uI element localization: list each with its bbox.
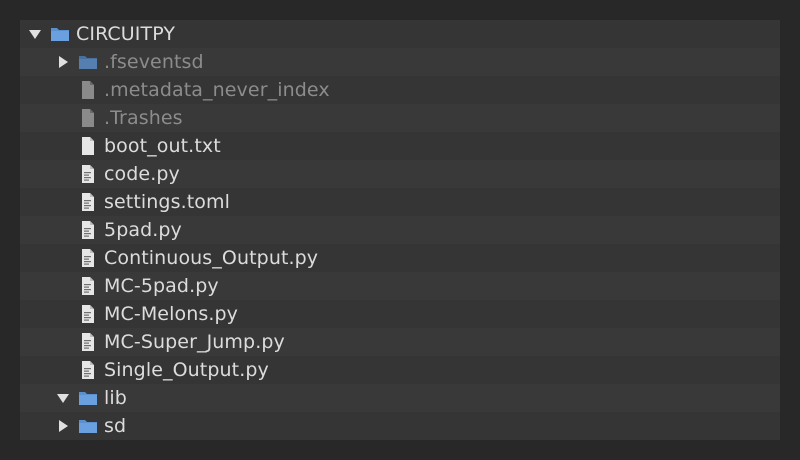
tree-item-label: boot_out.txt (104, 135, 221, 157)
tree-item-label: .fseventsd (104, 51, 204, 73)
collapse-arrow-icon[interactable] (56, 55, 70, 69)
folder-icon (78, 416, 98, 436)
expand-arrow-icon[interactable] (28, 27, 42, 41)
tree-item-label: .Trashes (104, 107, 183, 129)
code-file-icon (78, 276, 98, 296)
expand-arrow-icon[interactable] (56, 391, 70, 405)
tree-item-label: sd (104, 415, 127, 437)
tree-item-label: settings.toml (104, 191, 230, 213)
tree-row[interactable]: lib (20, 384, 780, 412)
code-file-icon (78, 248, 98, 268)
code-file-icon (78, 332, 98, 352)
code-file-icon (78, 192, 98, 212)
tree-row[interactable]: Continuous_Output.py (20, 244, 780, 272)
file-tree-panel: CIRCUITPY .fseventsd .metadata_never_inde… (20, 20, 780, 440)
folder-icon (50, 24, 70, 44)
tree-row[interactable]: MC-Super_Jump.py (20, 328, 780, 356)
tree-row[interactable]: 5pad.py (20, 216, 780, 244)
folder-icon (78, 388, 98, 408)
tree-row[interactable]: .Trashes (20, 104, 780, 132)
folder-icon (78, 52, 98, 72)
collapse-arrow-icon[interactable] (56, 419, 70, 433)
file-icon (78, 136, 98, 156)
tree-row-root[interactable]: CIRCUITPY (20, 20, 780, 48)
tree-item-label: Single_Output.py (104, 359, 269, 381)
tree-root-label: CIRCUITPY (76, 23, 176, 45)
code-file-icon (78, 360, 98, 380)
tree-item-label: 5pad.py (104, 219, 182, 241)
tree-row[interactable]: boot_out.txt (20, 132, 780, 160)
code-file-icon (78, 304, 98, 324)
tree-item-label: Continuous_Output.py (104, 247, 319, 269)
tree-row[interactable]: MC-5pad.py (20, 272, 780, 300)
tree-item-label: .metadata_never_index (104, 79, 330, 101)
tree-row[interactable]: .metadata_never_index (20, 76, 780, 104)
tree-row[interactable]: sd (20, 412, 780, 440)
file-icon (78, 80, 98, 100)
tree-item-label: lib (104, 387, 127, 409)
tree-row[interactable]: .fseventsd (20, 48, 780, 76)
tree-item-label: code.py (104, 163, 180, 185)
tree-row[interactable]: MC-Melons.py (20, 300, 780, 328)
tree-row[interactable]: code.py (20, 160, 780, 188)
file-icon (78, 108, 98, 128)
tree-row[interactable]: Single_Output.py (20, 356, 780, 384)
tree-item-label: MC-5pad.py (104, 275, 219, 297)
code-file-icon (78, 164, 98, 184)
tree-row[interactable]: settings.toml (20, 188, 780, 216)
code-file-icon (78, 220, 98, 240)
tree-item-label: MC-Melons.py (104, 303, 238, 325)
tree-item-label: MC-Super_Jump.py (104, 331, 285, 353)
